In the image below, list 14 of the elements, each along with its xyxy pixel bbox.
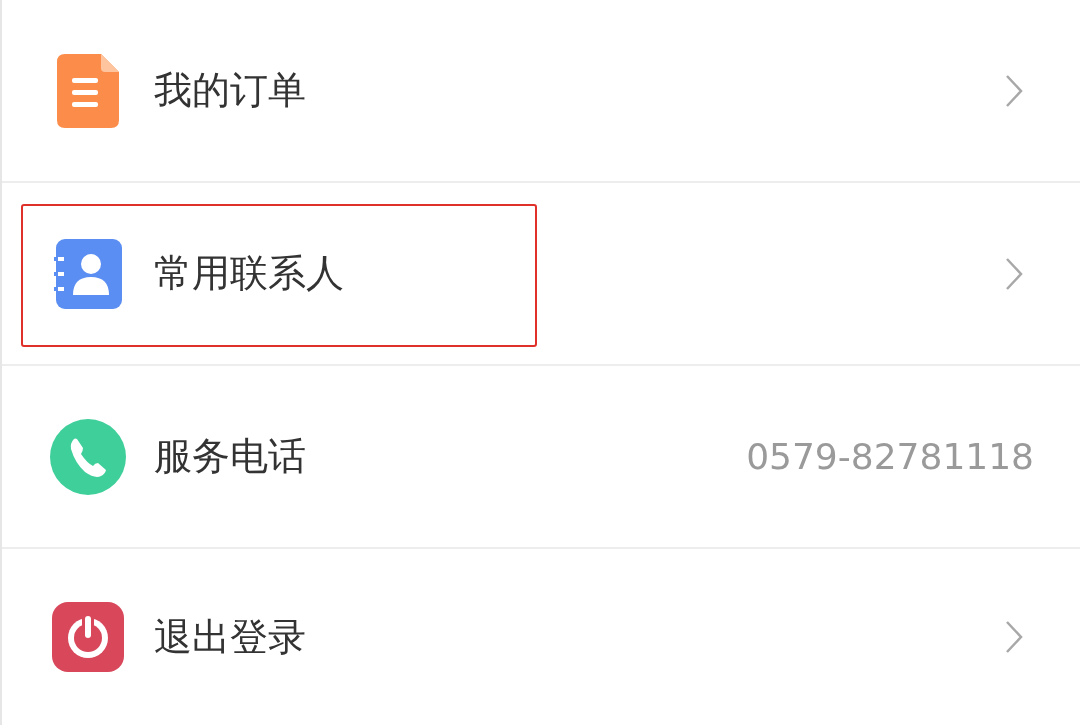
chevron-right-icon [1004, 619, 1024, 655]
menu-row[interactable]: 退出登录 [2, 549, 1080, 725]
menu-row[interactable]: 我的订单 [2, 0, 1080, 183]
menu-row[interactable]: 服务电话 0579-82781118 [2, 366, 1080, 549]
menu-label: 退出登录 [154, 613, 307, 661]
menu-row[interactable]: 常用联系人 [2, 183, 1080, 366]
contact-card-icon [54, 238, 122, 309]
phone-number: 0579-82781118 [746, 434, 1034, 479]
phone-icon [50, 418, 126, 495]
document-icon [57, 53, 119, 128]
power-icon [52, 602, 124, 672]
menu-label: 我的订单 [154, 67, 307, 114]
menu-label: 服务电话 [154, 433, 307, 480]
menu-label: 常用联系人 [154, 250, 345, 297]
